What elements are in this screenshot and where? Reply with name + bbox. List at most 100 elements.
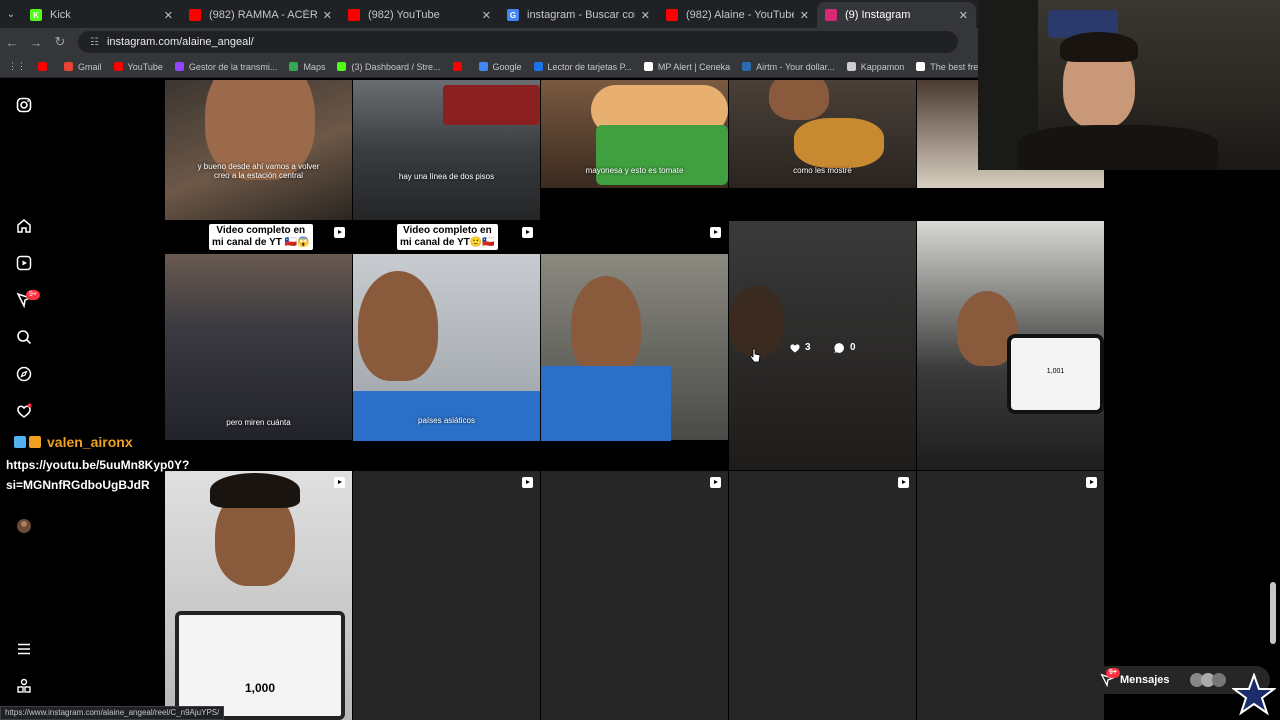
bookmark-label: Gmail <box>78 61 102 72</box>
browser-tab[interactable]: Ginstagram - Buscar con Google ✕ <box>499 2 658 28</box>
bookmark-item[interactable]: Kappamon <box>846 61 905 72</box>
home-icon[interactable] <box>16 218 32 234</box>
streamer-hair <box>1060 32 1138 62</box>
tab-close-icon[interactable]: ✕ <box>164 9 173 22</box>
bookmark-favicon-icon <box>38 62 47 71</box>
tab-close-icon[interactable]: ✕ <box>323 9 332 22</box>
bookmark-item[interactable]: Gmail <box>64 62 102 72</box>
tab-favicon-icon <box>825 9 837 21</box>
bookmark-item[interactable]: The best free softwa... <box>916 62 978 72</box>
more-menu-icon[interactable] <box>16 641 32 657</box>
tab-close-icon[interactable]: ✕ <box>800 9 809 22</box>
post-tile-placeholder[interactable] <box>729 471 916 720</box>
tv-icon <box>29 436 41 448</box>
post-tile[interactable]: como les mostré <box>729 80 916 188</box>
apps-icon[interactable]: ⋮⋮ <box>8 61 26 72</box>
tab-title: (982) YouTube <box>368 9 440 21</box>
site-info-icon[interactable]: ☷ <box>90 37 99 48</box>
back-button[interactable]: ← <box>0 35 24 50</box>
person-hair <box>210 473 300 508</box>
post-caption: mayonesa y esto es tomate <box>585 166 684 175</box>
chat-link-line1: https://youtu.be/5uuMn8Kyp0Y? <box>6 458 190 472</box>
bookmark-label: Gestor de la transmi... <box>188 61 278 72</box>
post-tile[interactable]: Video completo en mi canal de YT 🇨🇱😱 per… <box>165 221 352 470</box>
bookmark-favicon-icon <box>643 62 653 71</box>
bookmark-label: (3) Dashboard / Stre... <box>351 61 441 72</box>
bookmarks-bar: ⋮⋮ Gmail YouTube Gestor de la transmi... Ma… <box>0 56 978 78</box>
post-tile[interactable]: 1,000 <box>165 471 352 720</box>
person-face <box>769 80 829 120</box>
jacket-shape <box>541 366 671 441</box>
profile-avatar-icon[interactable] <box>16 518 32 534</box>
bookmark-item[interactable]: Maps <box>289 62 325 72</box>
bookmark-label: YouTube <box>127 61 163 72</box>
search-icon[interactable] <box>16 329 32 345</box>
person-face <box>571 276 641 376</box>
bookmark-item[interactable]: Google <box>478 62 522 72</box>
tab-favicon-icon <box>666 9 678 21</box>
bookmark-item[interactable]: (3) Dashboard / Stre... <box>337 61 441 72</box>
post-tile[interactable]: hay una línea de dos pisos <box>353 80 540 220</box>
address-url: instagram.com/alaine_angeal/ <box>106 36 254 48</box>
tab-favicon-icon <box>189 9 201 21</box>
explore-icon[interactable] <box>16 366 32 382</box>
bookmark-item[interactable]: YouTube <box>113 61 163 72</box>
reels-icon[interactable] <box>16 255 32 271</box>
tab-title: (982) RAMMA - ACÉRCATE (Vi... <box>209 9 317 21</box>
tablet-screen-count: 1,001 <box>1046 368 1065 375</box>
forward-button[interactable]: → <box>24 35 48 50</box>
page-scrollbar[interactable] <box>1270 582 1276 644</box>
browser-toolbar: ← → ↻ ☷ instagram.com/alaine_angeal/ <box>0 28 978 56</box>
post-tile[interactable]: 1,001 <box>917 221 1104 470</box>
tab-close-icon[interactable]: ✕ <box>482 9 491 22</box>
messages-badge: 9+ <box>26 290 40 300</box>
crowd-image <box>165 254 352 440</box>
also-from-meta-icon[interactable] <box>16 678 32 694</box>
webcam-overlay <box>978 0 1280 170</box>
person-face <box>358 271 438 381</box>
comment-count: 0 <box>850 342 856 353</box>
bookmark-item[interactable] <box>38 62 52 71</box>
post-tile[interactable] <box>541 221 728 470</box>
bookmark-favicon-icon <box>846 62 856 71</box>
hand-cursor-icon <box>749 348 761 363</box>
bookmark-item[interactable]: Airtm - Your dollar... <box>742 62 835 72</box>
instagram-sidebar: 9+ <box>0 78 48 720</box>
bookmark-item[interactable] <box>452 62 467 71</box>
bookmark-label: Kappamon <box>860 61 905 72</box>
streamer-shirt <box>1018 125 1218 170</box>
bookmark-item[interactable]: MP Alert | Ceneka <box>643 62 730 72</box>
streamer-name-overlay: valen_aironx <box>14 434 133 450</box>
post-tile[interactable]: Video completo en mi canal de YT🙂🇨🇱 país… <box>353 221 540 470</box>
bookmark-label: Airtm - Your dollar... <box>756 61 835 72</box>
instagram-logo-icon[interactable] <box>16 97 32 113</box>
post-tile-placeholder[interactable] <box>541 471 728 720</box>
browser-tab[interactable]: (982) YouTube ✕ <box>340 2 499 28</box>
address-bar[interactable]: ☷ instagram.com/alaine_angeal/ <box>78 31 958 53</box>
reload-button[interactable]: ↻ <box>48 34 72 50</box>
browser-tab[interactable]: (9) Instagram ✕ <box>817 2 976 28</box>
bookmark-item[interactable]: Gestor de la transmi... <box>174 61 278 72</box>
bookmark-label: Maps <box>303 61 326 72</box>
browser-tab[interactable]: K Kick ✕ <box>22 2 181 28</box>
browser-tab[interactable]: (982) Alaine - YouTube ✕ <box>658 2 817 28</box>
tab-close-icon[interactable]: ✕ <box>641 9 650 22</box>
youtube-overlay-label: Video completo en mi canal de YT🙂🇨🇱 <box>397 224 498 250</box>
streamer-name: valen_aironx <box>47 434 133 450</box>
chat-link-overlay: https://youtu.be/5uuMn8Kyp0Y? si=MGNnfRG… <box>6 455 189 495</box>
reel-icon <box>334 227 345 238</box>
tab-title: (982) Alaine - YouTube <box>686 9 794 21</box>
post-tile[interactable]: mayonesa y esto es tomate <box>541 80 728 188</box>
post-tile-placeholder[interactable] <box>917 471 1104 720</box>
notifications-heart-icon[interactable] <box>16 403 32 419</box>
post-tile-hovered[interactable]: 3 0 <box>729 221 916 470</box>
post-tile[interactable]: y bueno desde ahí vamos a volver creo a … <box>165 80 352 220</box>
post-caption: países asiáticos <box>418 416 475 425</box>
browser-tab[interactable]: (982) RAMMA - ACÉRCATE (Vi... ✕ <box>181 2 340 28</box>
tab-title: instagram - Buscar con Google <box>527 9 635 21</box>
bookmark-item[interactable]: Lector de tarjetas P... <box>533 62 632 72</box>
tab-search-button[interactable]: ⌄ <box>0 0 22 28</box>
post-tile-placeholder[interactable] <box>353 471 540 720</box>
person-face <box>729 286 784 356</box>
tab-close-icon[interactable]: ✕ <box>959 9 968 22</box>
